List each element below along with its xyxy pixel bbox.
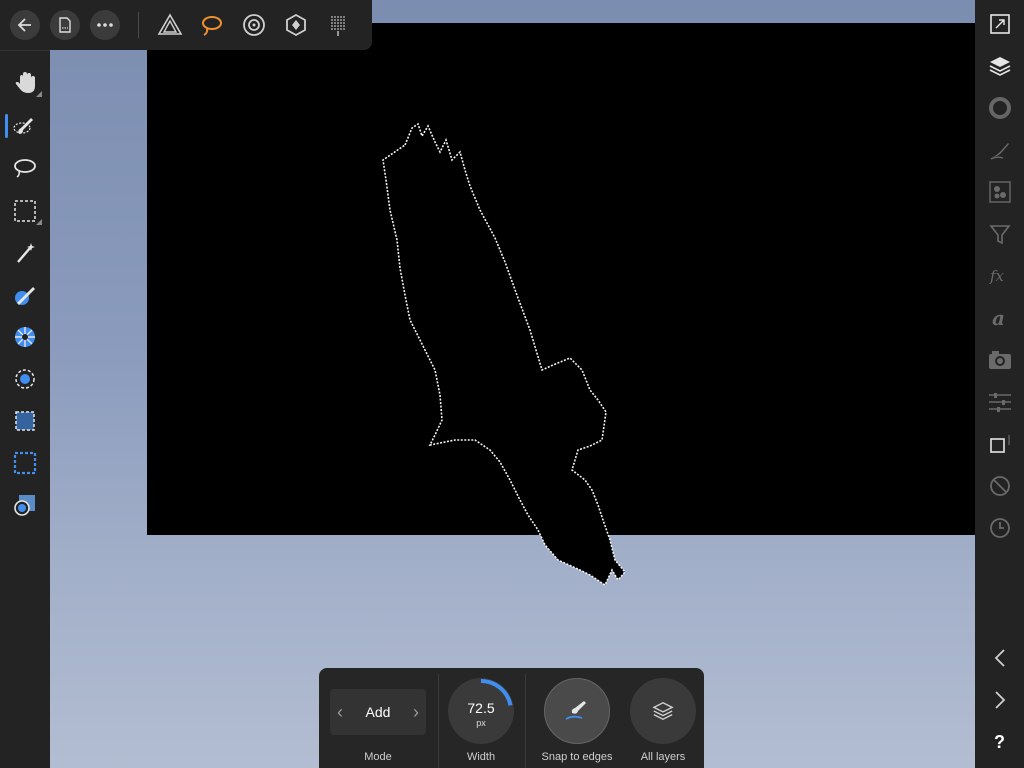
snap-to-edges-label: Snap to edges bbox=[541, 751, 613, 763]
more-icon[interactable] bbox=[90, 10, 120, 40]
top-toolbar bbox=[0, 0, 372, 50]
circle-select-tool-icon[interactable] bbox=[0, 359, 50, 399]
chevron-right-icon[interactable] bbox=[975, 680, 1024, 720]
toolbar-divider bbox=[138, 12, 139, 38]
all-layers-button[interactable] bbox=[630, 678, 696, 744]
mode-label: Mode bbox=[364, 751, 392, 763]
photo-persona-icon[interactable] bbox=[155, 10, 185, 40]
radial-tool-icon[interactable] bbox=[0, 317, 50, 357]
freehand-selection-tool-icon[interactable] bbox=[0, 148, 50, 188]
view-tool-icon[interactable] bbox=[0, 63, 50, 103]
fx-icon[interactable]: fx bbox=[975, 256, 1024, 296]
width-unit: px bbox=[476, 718, 486, 728]
all-layers-icon bbox=[652, 701, 674, 721]
context-divider bbox=[525, 674, 526, 768]
chevron-left-icon[interactable] bbox=[975, 638, 1024, 678]
liquify-persona-icon[interactable] bbox=[197, 10, 227, 40]
export-persona-icon[interactable] bbox=[323, 10, 353, 40]
develop-persona-icon[interactable] bbox=[239, 10, 269, 40]
navigator-icon[interactable] bbox=[975, 4, 1024, 44]
tools-panel bbox=[0, 50, 50, 768]
svg-text:a: a bbox=[992, 307, 1005, 329]
tool-flyout-indicator bbox=[36, 219, 42, 225]
tone-mapping-persona-icon[interactable] bbox=[281, 10, 311, 40]
snap-to-edges-button[interactable] bbox=[544, 678, 610, 744]
gradient-tool-icon[interactable] bbox=[0, 485, 50, 525]
quick-mask-tool-icon[interactable] bbox=[0, 443, 50, 483]
snap-brush-icon bbox=[565, 701, 586, 720]
flood-select-tool-icon[interactable] bbox=[0, 233, 50, 273]
color-picker-tool-icon[interactable] bbox=[0, 275, 50, 315]
transform-icon[interactable] bbox=[975, 424, 1024, 464]
context-toolbar: ‹ Add › Mode 72.5 px Width Snap to edges… bbox=[319, 668, 704, 768]
tool-flyout-indicator bbox=[36, 91, 42, 97]
color-icon[interactable] bbox=[975, 88, 1024, 128]
mode-next-icon[interactable]: › bbox=[413, 702, 419, 723]
selection-brush-tool-icon[interactable] bbox=[0, 106, 50, 146]
svg-text:fx: fx bbox=[989, 267, 1005, 285]
history-icon[interactable] bbox=[975, 508, 1024, 548]
mode-value: Add bbox=[365, 704, 391, 720]
adjustments-icon[interactable] bbox=[975, 382, 1024, 422]
filter-icon[interactable] bbox=[975, 214, 1024, 254]
back-arrow-icon[interactable] bbox=[10, 10, 40, 40]
text-styles-icon[interactable]: a bbox=[975, 298, 1024, 338]
mode-selector[interactable]: ‹ Add › bbox=[330, 689, 426, 735]
help-button[interactable]: ? bbox=[975, 722, 1024, 762]
studio-panel: fx a ? bbox=[975, 0, 1024, 768]
layers-icon[interactable] bbox=[975, 46, 1024, 86]
document-icon[interactable] bbox=[50, 10, 80, 40]
mode-prev-icon[interactable]: ‹ bbox=[337, 702, 343, 723]
width-dial[interactable]: 72.5 px bbox=[448, 678, 514, 744]
no-entry-icon[interactable] bbox=[975, 466, 1024, 506]
document-canvas[interactable] bbox=[50, 0, 975, 768]
channels-icon[interactable] bbox=[975, 172, 1024, 212]
bird-selection-outline bbox=[382, 122, 627, 587]
width-value: 72.5 bbox=[467, 700, 495, 716]
stock-icon[interactable] bbox=[975, 340, 1024, 380]
brushes-icon[interactable] bbox=[975, 130, 1024, 170]
width-label: Width bbox=[466, 751, 496, 763]
help-label: ? bbox=[994, 731, 1005, 752]
all-layers-label: All layers bbox=[640, 751, 686, 763]
rectangular-marquee-tool-icon[interactable] bbox=[0, 191, 50, 231]
dashed-square-tool-icon[interactable] bbox=[0, 401, 50, 441]
